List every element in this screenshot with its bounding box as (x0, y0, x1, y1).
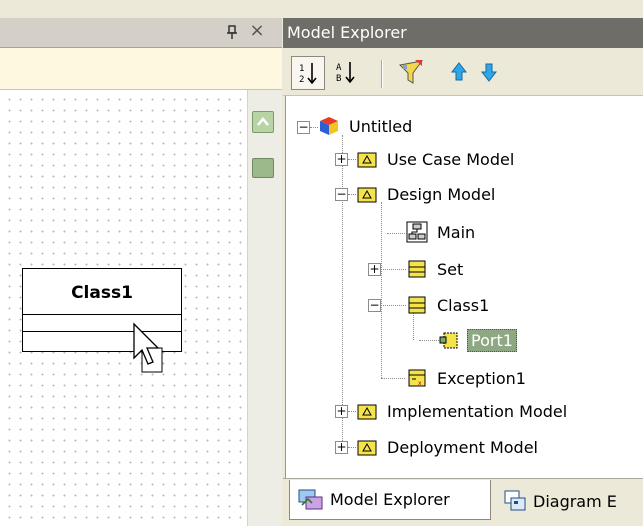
filter-icon (398, 60, 424, 84)
move-down-button[interactable] (474, 56, 504, 90)
expand-toggle[interactable]: + (335, 441, 348, 454)
diagram-toolbar (0, 48, 282, 90)
tree-item-class1[interactable]: Class1 (406, 289, 492, 321)
tree-item-main[interactable]: Main (406, 216, 478, 248)
arrow-up-icon (450, 62, 468, 81)
collapse-toggle[interactable]: − (297, 121, 310, 134)
tree-item-implementation-model[interactable]: Implementation Model (356, 395, 570, 427)
port-icon (439, 332, 458, 349)
model-explorer-tab-icon (298, 489, 323, 509)
diagram-explorer-tab-icon (504, 490, 526, 511)
package-icon (357, 440, 377, 456)
expand-toggle[interactable]: + (335, 405, 348, 418)
svg-text:B: B (336, 74, 341, 84)
chevron-up-icon (257, 117, 269, 126)
class-name: Class1 (71, 283, 133, 303)
exception-icon: x (408, 369, 426, 387)
project-cube-icon (320, 117, 338, 135)
sort-by-type-icon: 1 2 (299, 63, 317, 85)
sort-by-type-button[interactable]: 1 2 (291, 56, 325, 90)
svg-text:A: A (336, 63, 342, 73)
model-tree[interactable]: − Untitled + Use Case Model − Design Mod… (285, 96, 643, 478)
class-icon (408, 296, 426, 314)
tree-item-untitled[interactable]: Untitled (318, 110, 415, 142)
tree-item-use-case-model[interactable]: Use Case Model (356, 143, 517, 175)
package-icon (357, 152, 377, 168)
collapse-toggle[interactable]: − (335, 188, 348, 201)
expand-toggle[interactable]: + (368, 263, 381, 276)
sort-by-name-button[interactable]: A B (330, 56, 362, 90)
collapse-toggle[interactable]: − (368, 299, 381, 312)
close-icon[interactable]: × (248, 22, 266, 40)
diagram-icon (406, 221, 428, 243)
tree-item-exception1[interactable]: x Exception1 (406, 362, 529, 394)
sort-by-name-icon: A B (336, 62, 355, 84)
tree-item-port1[interactable]: Port1 (439, 324, 517, 356)
package-icon (357, 187, 377, 203)
model-explorer-title: Model Explorer (283, 18, 643, 48)
class-icon (408, 260, 426, 278)
svg-text:1: 1 (299, 64, 304, 74)
expand-toggle[interactable]: + (335, 153, 348, 166)
svg-text:x: x (418, 380, 422, 387)
tree-item-deployment-model[interactable]: Deployment Model (356, 431, 541, 463)
package-icon (357, 404, 377, 420)
pin-icon[interactable] (224, 24, 240, 40)
tab-model-explorer[interactable]: Model Explorer (289, 480, 491, 520)
move-up-button[interactable] (444, 56, 474, 90)
tree-item-set[interactable]: Set (406, 253, 466, 285)
scroll-thumb[interactable] (252, 158, 274, 178)
tab-diagram-explorer[interactable]: Diagram E (497, 484, 643, 518)
filter-button[interactable] (395, 56, 429, 90)
drag-cursor-icon (133, 322, 163, 373)
toolbar-separator (381, 60, 383, 88)
class-divider-attributes (22, 314, 182, 315)
svg-text:2: 2 (299, 75, 304, 85)
tree-item-design-model[interactable]: Design Model (356, 178, 498, 210)
vertical-scrollbar[interactable] (247, 90, 282, 526)
scroll-up-button[interactable] (252, 111, 274, 133)
arrow-down-icon (480, 63, 498, 82)
